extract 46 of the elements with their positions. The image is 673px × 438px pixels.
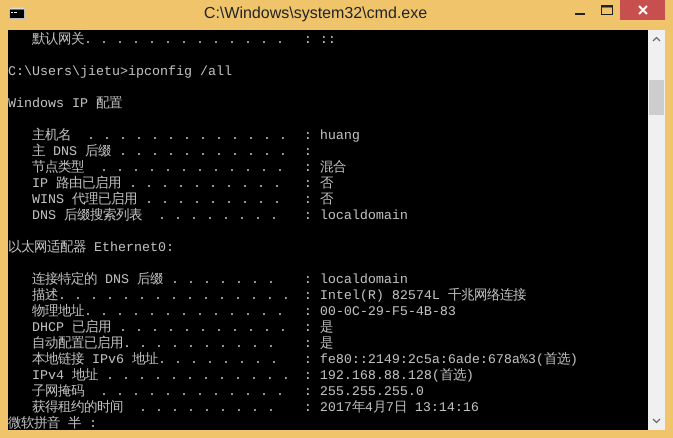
field-label: 描述. . . . . . . . . . . . . . . — [32, 289, 291, 304]
field-value: : — [304, 145, 312, 161]
console-line: 微软拼音 半 : — [8, 417, 97, 430]
field-label: DHCP 已启用 . . . . . . . . . . . — [32, 321, 288, 336]
field-label: IPv4 地址 . . . . . . . . . . . . — [32, 369, 291, 384]
close-button[interactable] — [620, 0, 665, 20]
field-value: : Intel(R) 82574L 千兆网络连接 — [304, 289, 526, 305]
field-value: : 2017年4月7日 13:14:16 — [304, 401, 479, 417]
field-label: 默认网关. . . . . . . . . . . . . — [32, 33, 285, 49]
field-label: 主机名 . . . . . . . . . . . . . — [32, 129, 288, 144]
console-icon — [9, 7, 25, 19]
window-title: C:\Windows\system32\cmd.exe — [202, 4, 428, 22]
console-line: C:\Users\jietu>ipconfig /all — [8, 65, 232, 80]
scroll-up-icon[interactable] — [652, 36, 661, 42]
field-label: DNS 后缀搜索列表 . . . . . . . . — [32, 209, 279, 225]
scroll-thumb[interactable] — [649, 80, 664, 115]
field-value: : 00-0C-29-F5-4B-83 — [304, 305, 456, 320]
field-value: : 255.255.255.0 — [304, 385, 424, 400]
field-value: : 是 — [304, 321, 333, 336]
field-value: : huang — [304, 129, 360, 145]
maximize-icon — [600, 5, 612, 15]
field-value: : :: — [304, 33, 336, 49]
minimize-icon — [574, 12, 584, 14]
field-label: 本地链接 IPv6 地址. . . . . . . . — [32, 353, 279, 368]
field-value: : 是 — [304, 337, 333, 353]
field-label: WINS 代理已启用 . . . . . . . . . — [32, 193, 282, 208]
console-line: Windows IP 配置 — [8, 97, 122, 112]
console-line: 以太网适配器 Ethernet0: — [8, 241, 174, 256]
field-value: : 否 — [304, 177, 333, 192]
field-value: : fe80::2149:2c5a:6ade:678a%3(首选) — [304, 353, 578, 368]
field-label: 主 DNS 后缀 . . . . . . . . . . . — [32, 145, 288, 160]
scroll-down-icon[interactable] — [652, 418, 661, 424]
field-value: : 否 — [304, 193, 333, 209]
field-label: 节点类型 . . . . . . . . . . . . — [32, 161, 285, 176]
close-icon — [638, 5, 648, 15]
field-value: : 混合 — [304, 161, 346, 176]
field-value: : localdomain — [304, 209, 408, 225]
field-value: : localdomain — [304, 273, 408, 289]
field-label: IP 路由已启用 . . . . . . . . . . — [32, 177, 282, 192]
field-label: 物理地址. . . . . . . . . . . . . — [32, 305, 285, 320]
scrollbar[interactable] — [648, 30, 665, 430]
field-label: 获得租约的时间 . . . . . . . . . — [32, 401, 276, 416]
field-label: 连接特定的 DNS 后缀 . . . . . . . — [32, 273, 276, 288]
field-label: 子网掩码 . . . . . . . . . . . . — [32, 385, 285, 400]
field-label: 自动配置已启用. . . . . . . . . . — [32, 337, 276, 352]
field-value: : 192.168.88.128(首选) — [304, 369, 474, 385]
